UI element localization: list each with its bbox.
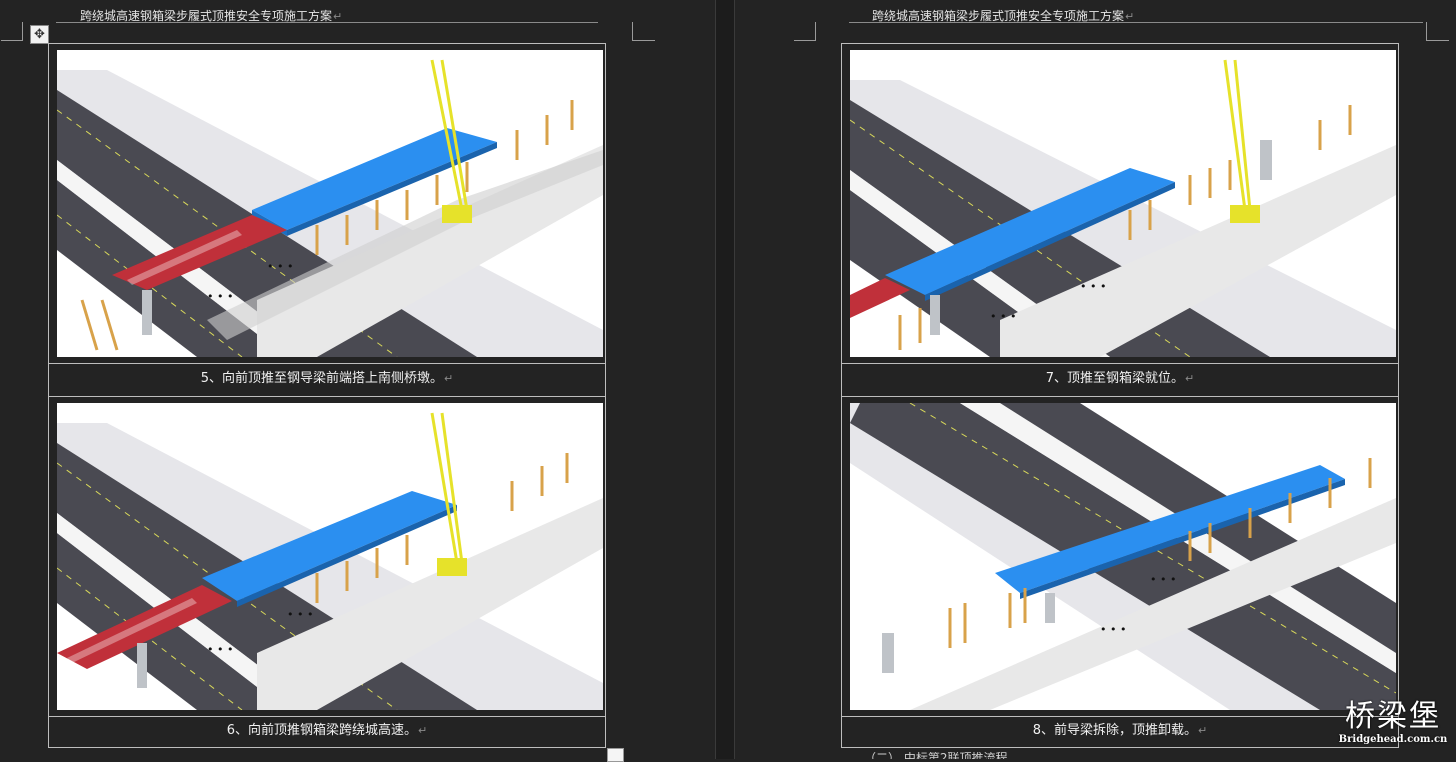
bridge-render-image: • • • • • • xyxy=(850,403,1396,710)
svg-text:• • •: • • • xyxy=(1100,623,1126,636)
watermark-name: 桥梁堡 xyxy=(1345,699,1441,734)
page-corner-mark xyxy=(1426,22,1449,41)
figure-cell: • • • • • • xyxy=(49,44,605,364)
page-corner-mark xyxy=(1,22,23,41)
page-corner-mark xyxy=(632,22,655,41)
figure-caption: 6、向前顶推钢箱梁跨绕城高速。↵ xyxy=(49,716,605,747)
paragraph-mark: ↵ xyxy=(444,372,454,385)
document-page-right: 跨绕城高速钢箱梁步履式顶推安全专项施工方案 ↵ • • • • • • 7、顶推至… xyxy=(733,0,1456,759)
bridge-render-image: • • • • • • xyxy=(57,403,603,710)
figure-caption: 5、向前顶推至钢导梁前端搭上南侧桥墩。↵ xyxy=(49,364,605,396)
header-rule xyxy=(849,22,1423,23)
next-section-heading: （二） 中标第2联顶推流程 xyxy=(864,752,1008,759)
page-gutter xyxy=(715,0,735,759)
document-page-left: 跨绕城高速钢箱梁步履式顶推安全专项施工方案 ↵ ✥ • • • • • • 5、向… xyxy=(0,0,715,762)
header-rule xyxy=(56,22,598,23)
caption-text: 5、向前顶推至钢导梁前端搭上南侧桥墩。 xyxy=(200,371,444,386)
figure-table: • • • • • • 7、顶推至钢箱梁就位。↵ • • • • • • 8、前… xyxy=(841,43,1399,748)
paragraph-mark: ↵ xyxy=(1198,724,1208,737)
figure-cell: • • • • • • xyxy=(842,44,1398,364)
bridge-render-image: • • • • • • xyxy=(850,50,1396,357)
watermark-logo: 桥梁堡 Bridgehead.com.cn xyxy=(1337,700,1449,752)
svg-text:• • •: • • • xyxy=(207,643,233,656)
figure-cell: • • • • • • xyxy=(842,397,1398,717)
move-icon[interactable]: ✥ xyxy=(30,25,49,44)
figure-caption: 7、顶推至钢箱梁就位。↵ xyxy=(842,364,1398,396)
watermark-url: Bridgehead.com.cn xyxy=(1338,734,1448,745)
svg-text:• • •: • • • xyxy=(1150,573,1176,586)
figure-caption: 8、前导梁拆除，顶推卸载。↵ xyxy=(842,716,1398,747)
table-resize-handle[interactable] xyxy=(607,748,624,762)
caption-text: 6、向前顶推钢箱梁跨绕城高速。 xyxy=(226,723,418,738)
header-text: 跨绕城高速钢箱梁步履式顶推安全专项施工方案 xyxy=(80,9,333,23)
svg-text:• • •: • • • xyxy=(287,608,313,621)
caption-text: 7、顶推至钢箱梁就位。 xyxy=(1045,371,1185,386)
svg-text:• • •: • • • xyxy=(990,310,1016,323)
paragraph-mark: ↵ xyxy=(1185,372,1195,385)
paragraph-mark: ↵ xyxy=(418,724,428,737)
figure-table: • • • • • • 5、向前顶推至钢导梁前端搭上南侧桥墩。↵ • • • •… xyxy=(48,43,606,748)
caption-text: 8、前导梁拆除，顶推卸载。 xyxy=(1032,723,1198,738)
svg-text:• • •: • • • xyxy=(267,260,293,273)
svg-text:• • •: • • • xyxy=(1080,280,1106,293)
bridge-render-image: • • • • • • xyxy=(57,50,603,357)
figure-cell: • • • • • • xyxy=(49,397,605,717)
svg-text:• • •: • • • xyxy=(207,290,233,303)
header-text: 跨绕城高速钢箱梁步履式顶推安全专项施工方案 xyxy=(872,9,1125,23)
page-corner-mark xyxy=(794,22,816,41)
